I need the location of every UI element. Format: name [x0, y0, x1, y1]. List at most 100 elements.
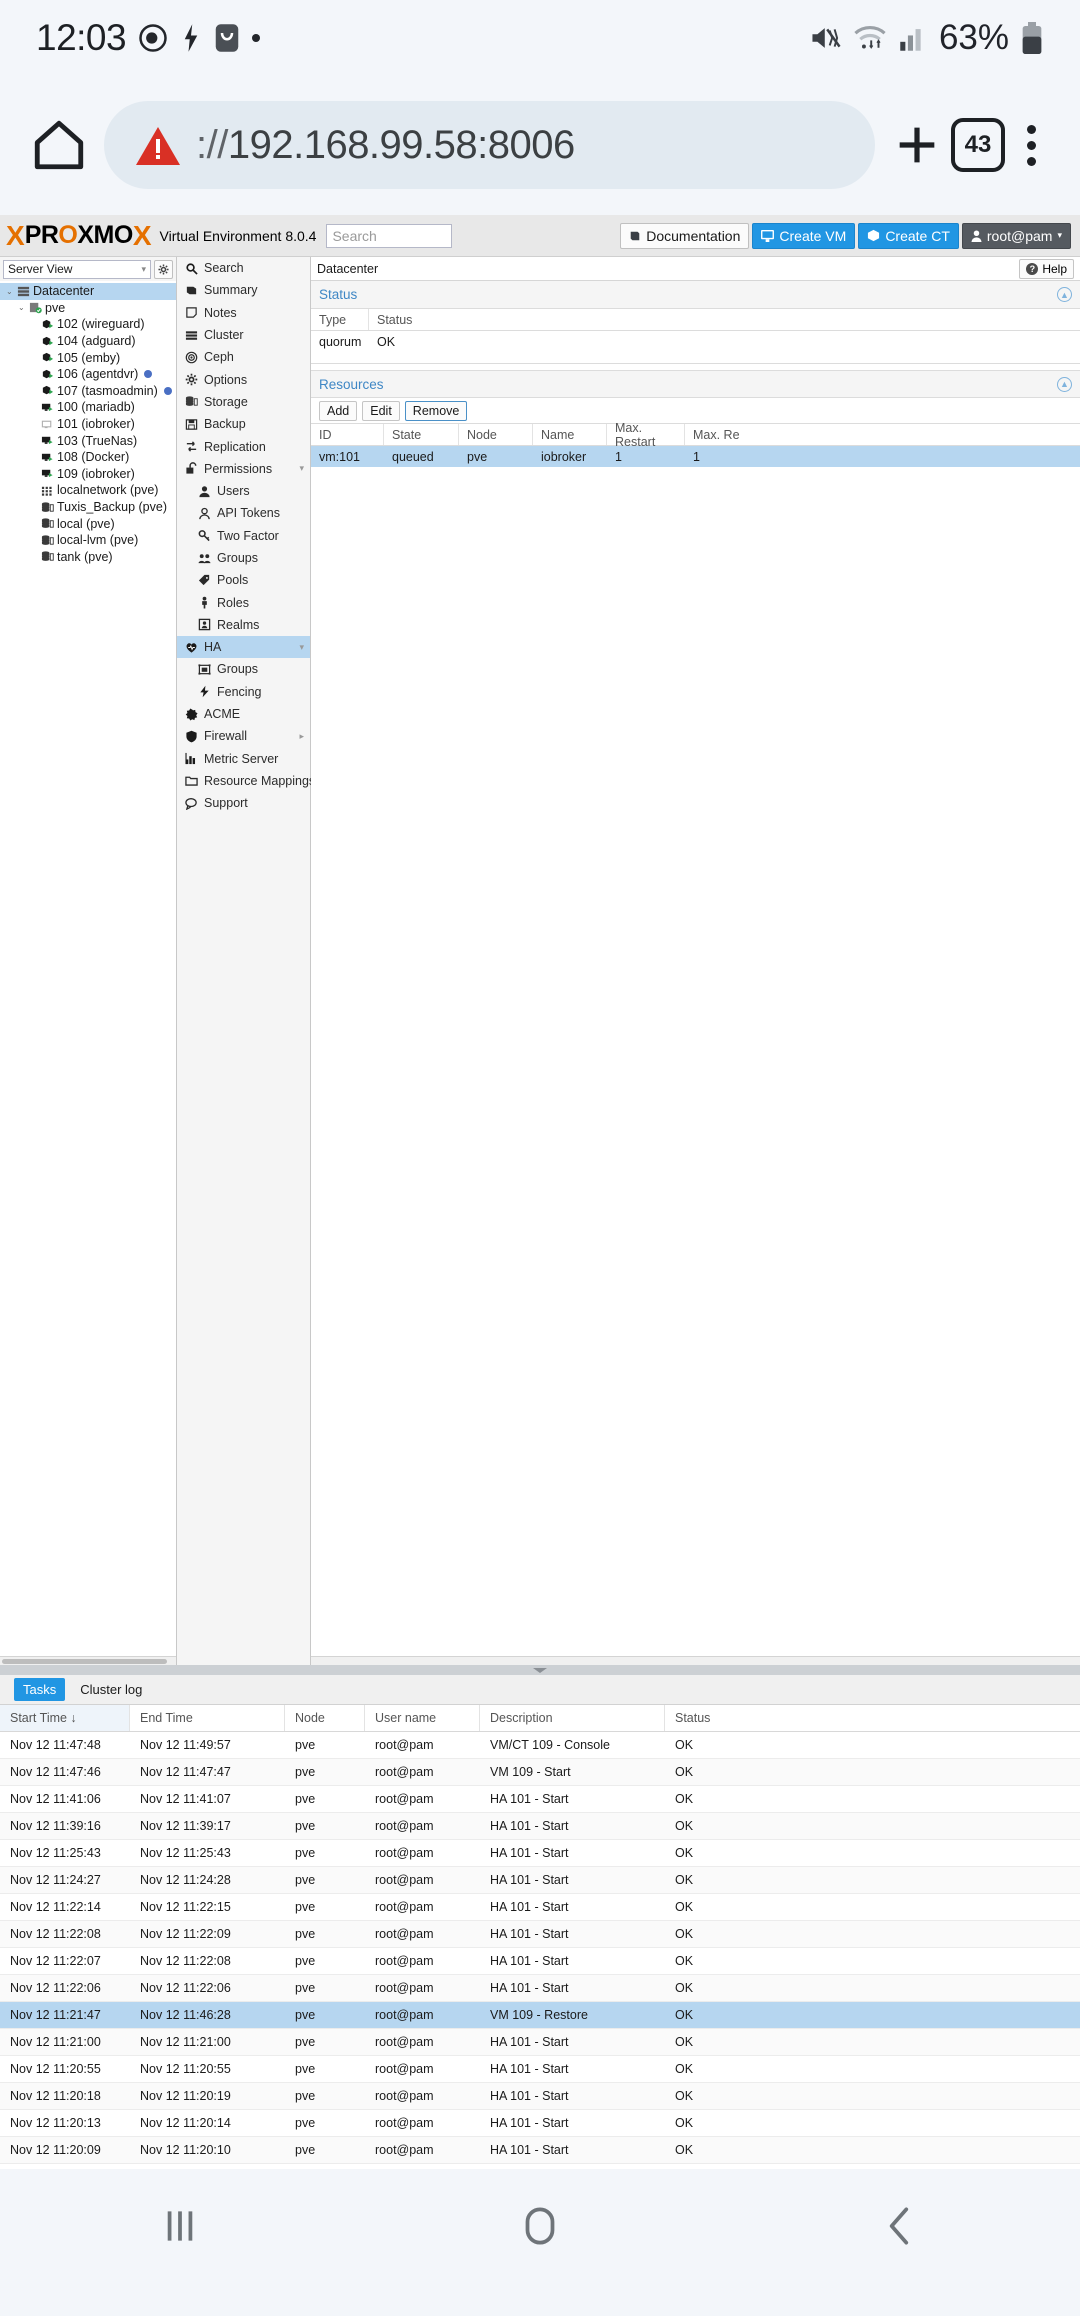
help-button[interactable]: ? Help [1019, 258, 1074, 279]
nav-item-realms[interactable]: Realms [177, 614, 310, 636]
nav-item-storage[interactable]: Storage [177, 391, 310, 413]
tree-item-108-docker[interactable]: 108 (Docker) [0, 449, 176, 466]
task-row[interactable]: Nov 12 11:20:18 Nov 12 11:20:19 pve root@pa… [0, 2083, 1080, 2110]
task-row[interactable]: Nov 12 11:41:06 Nov 12 11:41:07 pve root@pa… [0, 1786, 1080, 1813]
collapse-icon[interactable]: ▲ [1057, 376, 1072, 392]
chevron-down-icon[interactable]: ▾ [299, 642, 304, 653]
task-row[interactable]: Nov 12 11:24:27 Nov 12 11:24:28 pve root@pa… [0, 1867, 1080, 1894]
tree-item-102-wireguard[interactable]: 102 (wireguard) [0, 316, 176, 333]
proxmox-logo[interactable]: X PROXMO X [6, 221, 152, 250]
res-col-state[interactable]: State [384, 424, 459, 445]
tree-item-100-mariadb[interactable]: 100 (mariadb) [0, 399, 176, 416]
nav-item-support[interactable]: Support [177, 792, 310, 814]
tree-item-tuxis-backup-pve[interactable]: Tuxis_Backup (pve) [0, 499, 176, 516]
home-icon[interactable] [30, 116, 88, 174]
res-col-name[interactable]: Name [533, 424, 607, 445]
nav-item-two-factor[interactable]: Two Factor [177, 525, 310, 547]
res-col-id[interactable]: ID [311, 424, 384, 445]
tasks-tab-bar[interactable]: Tasks Cluster log [0, 1675, 1080, 1705]
tree-item-tank-pve[interactable]: tank (pve) [0, 549, 176, 566]
nav-item-permissions[interactable]: Permissions ▾ [177, 458, 310, 480]
tree-item-localnetwork-pve[interactable]: localnetwork (pve) [0, 482, 176, 499]
insecure-warning-icon[interactable] [134, 123, 182, 167]
tasks-col-description[interactable]: Description [480, 1705, 665, 1731]
tree-item-106-agentdvr[interactable]: 106 (agentdvr) [0, 366, 176, 383]
view-selector[interactable]: Server View ▾ [3, 259, 151, 279]
tab-cluster-log[interactable]: Cluster log [71, 1678, 151, 1701]
remove-button[interactable]: Remove [404, 400, 468, 421]
task-row[interactable]: Nov 12 11:20:13 Nov 12 11:20:14 pve root@pa… [0, 2110, 1080, 2137]
resource-tree[interactable]: ⌄ Datacenter ⌄ pve 102 (wireguard) 104 (adgua… [0, 281, 176, 1656]
nav-item-notes[interactable]: Notes [177, 302, 310, 324]
task-row[interactable]: Nov 12 11:21:00 Nov 12 11:21:00 pve root@pa… [0, 2029, 1080, 2056]
nav-item-backup[interactable]: Backup [177, 413, 310, 435]
nav-item-roles[interactable]: Roles [177, 591, 310, 613]
nav-item-ceph[interactable]: Ceph [177, 346, 310, 368]
user-menu-button[interactable]: root@pam ▾ [961, 222, 1071, 249]
recents-icon[interactable] [155, 2201, 205, 2251]
back-icon[interactable] [875, 2201, 925, 2251]
home-icon[interactable] [515, 2201, 565, 2251]
nav-item-ha[interactable]: HA ▾ [177, 636, 310, 659]
tree-item-pve[interactable]: ⌄ pve [0, 300, 176, 317]
tree-item-local-pve[interactable]: local (pve) [0, 515, 176, 532]
tree-item-local-lvm-pve[interactable]: local-lvm (pve) [0, 532, 176, 549]
status-row[interactable]: quorum OK [311, 331, 1080, 352]
task-row[interactable]: Nov 12 11:25:43 Nov 12 11:25:43 pve root@pa… [0, 1840, 1080, 1867]
tree-item-109-iobroker[interactable]: 109 (iobroker) [0, 466, 176, 483]
edit-button[interactable]: Edit [362, 400, 400, 421]
tasks-col-status[interactable]: Status [665, 1705, 1080, 1731]
tasks-col-node[interactable]: Node [285, 1705, 365, 1731]
nav-item-replication[interactable]: Replication [177, 435, 310, 457]
nav-item-metric-server[interactable]: Metric Server [177, 748, 310, 770]
nav-item-resource-mappings[interactable]: Resource Mappings [177, 770, 315, 792]
tree-item-105-emby[interactable]: 105 (emby) [0, 349, 176, 366]
chevron-down-icon[interactable]: ▾ [299, 463, 304, 474]
task-row[interactable]: Nov 12 11:22:07 Nov 12 11:22:08 pve root@pa… [0, 1948, 1080, 1975]
nav-item-options[interactable]: Options [177, 368, 310, 390]
tasks-col-user[interactable]: User name [365, 1705, 480, 1731]
add-button[interactable]: Add [319, 400, 358, 421]
new-tab-icon[interactable] [891, 119, 943, 171]
content-horizontal-scrollbar[interactable] [311, 1656, 1080, 1665]
task-row[interactable]: Nov 12 11:20:55 Nov 12 11:20:55 pve root@pa… [0, 2056, 1080, 2083]
task-row[interactable]: Nov 12 11:47:48 Nov 12 11:49:57 pve root@pa… [0, 1732, 1080, 1759]
task-row[interactable]: Nov 12 11:39:16 Nov 12 11:39:17 pve root@pa… [0, 1813, 1080, 1840]
nav-item-acme[interactable]: ACME [177, 703, 310, 725]
status-col-type[interactable]: Type [311, 309, 369, 330]
res-col-max-reloc[interactable]: Max. Re [685, 424, 1080, 445]
task-row[interactable]: Nov 12 11:22:06 Nov 12 11:22:06 pve root@pa… [0, 1975, 1080, 2002]
collapse-icon[interactable]: ▲ [1057, 287, 1072, 302]
browser-menu-icon[interactable] [1013, 124, 1050, 166]
resources-row[interactable]: vm:101 queued pve iobroker 1 1 [311, 446, 1080, 467]
nav-item-cluster[interactable]: Cluster [177, 324, 310, 346]
tab-count-button[interactable]: 43 [951, 118, 1005, 172]
tasks-list[interactable]: Nov 12 11:47:48 Nov 12 11:49:57 pve root@pa… [0, 1732, 1080, 2164]
task-row[interactable]: Nov 12 11:22:08 Nov 12 11:22:09 pve root@pa… [0, 1921, 1080, 1948]
nav-item-users[interactable]: Users [177, 480, 310, 502]
tree-item-datacenter[interactable]: ⌄ Datacenter [0, 283, 176, 300]
nav-item-fencing[interactable]: Fencing [177, 681, 310, 703]
tree-item-103-truenas[interactable]: 103 (TrueNas) [0, 432, 176, 449]
tree-horizontal-scrollbar[interactable] [0, 1656, 176, 1665]
search-input[interactable]: Search [326, 223, 453, 248]
task-row[interactable]: Nov 12 11:47:46 Nov 12 11:47:47 pve root@pa… [0, 1759, 1080, 1786]
nav-item-groups[interactable]: Groups [177, 658, 310, 680]
status-col-status[interactable]: Status [369, 309, 1080, 330]
tab-tasks[interactable]: Tasks [14, 1678, 66, 1701]
tasks-col-start-time[interactable]: Start Time ↓ [0, 1705, 130, 1731]
task-row[interactable]: Nov 12 11:20:09 Nov 12 11:20:10 pve root@pa… [0, 2137, 1080, 2164]
task-row[interactable]: Nov 12 11:21:47 Nov 12 11:46:28 pve root@pa… [0, 2002, 1080, 2029]
nav-item-search[interactable]: Search [177, 257, 310, 279]
chevron-right-icon[interactable]: ▸ [299, 731, 304, 742]
nav-item-api-tokens[interactable]: API Tokens [177, 502, 310, 524]
nav-item-pools[interactable]: Pools [177, 569, 310, 591]
panel-splitter[interactable] [0, 1665, 1080, 1675]
create-vm-button[interactable]: Create VM [752, 222, 856, 249]
chevron-down-icon[interactable]: ⌄ [6, 287, 14, 296]
url-bar[interactable]: ://192.168.99.58:8006 [104, 101, 875, 189]
nav-item-groups[interactable]: Groups [177, 547, 310, 569]
res-col-node[interactable]: Node [459, 424, 533, 445]
datacenter-nav-menu[interactable]: Search Summary Notes Cluster Ceph Options Stor… [177, 257, 315, 1665]
tree-settings-button[interactable] [154, 259, 173, 279]
